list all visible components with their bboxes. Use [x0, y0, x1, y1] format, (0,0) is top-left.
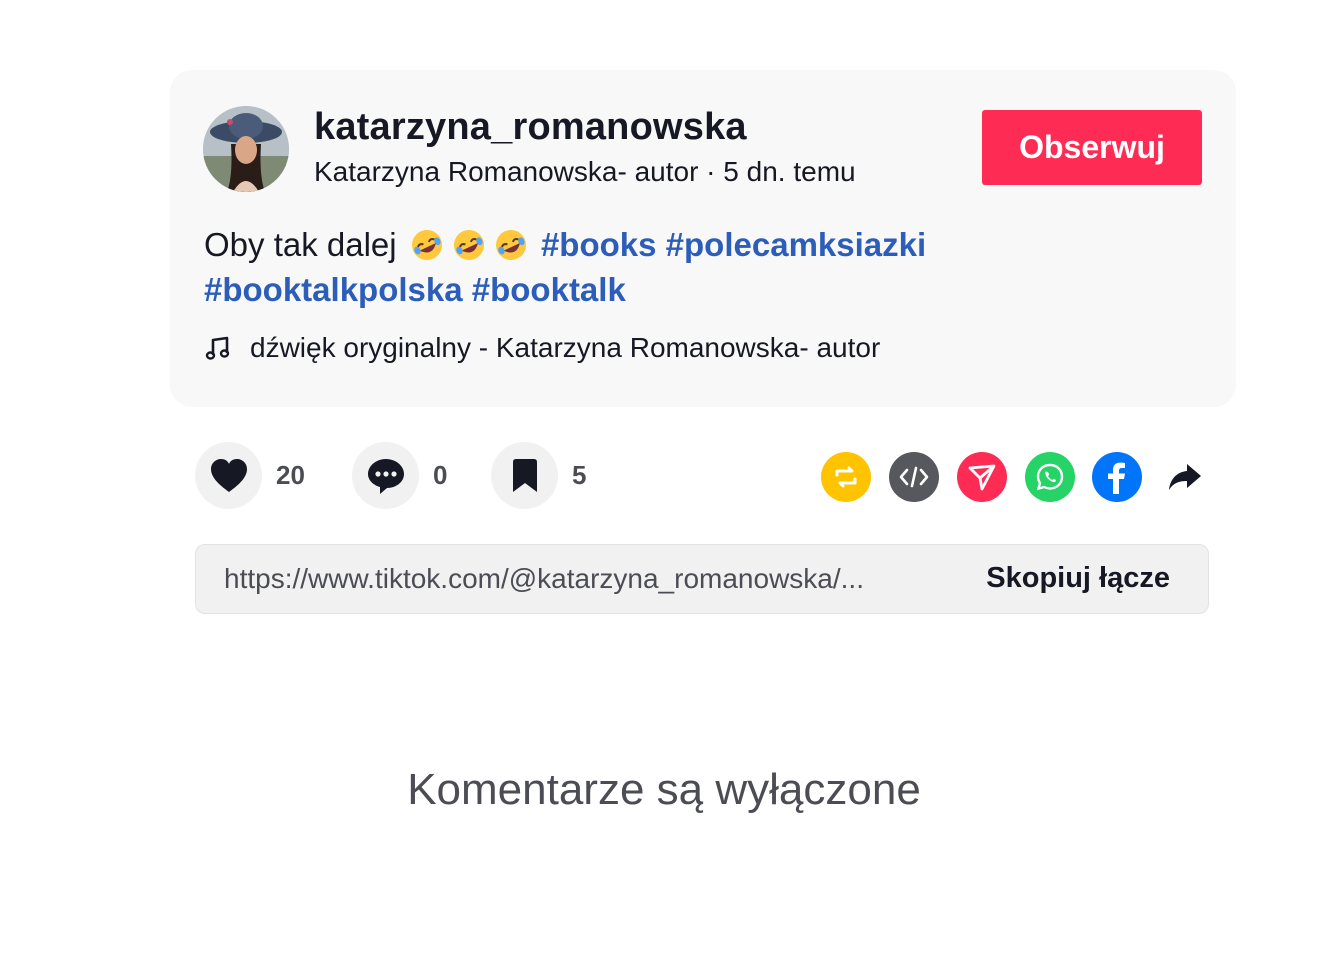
subline-separator: ·	[698, 156, 724, 187]
author-subline: Katarzyna Romanowska- autor · 5 dn. temu	[314, 156, 856, 188]
author-display-name[interactable]: Katarzyna Romanowska- autor	[314, 156, 698, 187]
post-info-card: katarzyna_romanowska Katarzyna Romanowsk…	[170, 70, 1236, 407]
save-button[interactable]	[491, 442, 558, 509]
comment-button[interactable]	[352, 442, 419, 509]
hashtag-link[interactable]: #booktalk	[472, 271, 626, 308]
embed-icon[interactable]	[889, 452, 939, 502]
avatar[interactable]	[203, 106, 289, 192]
hashtag-link[interactable]: #books	[541, 226, 657, 263]
hashtag-link[interactable]: #polecamksiazki	[666, 226, 927, 263]
send-icon[interactable]	[957, 452, 1007, 502]
rolling-on-floor-laughing-emoji-icon	[494, 228, 528, 262]
like-action: 20	[195, 442, 305, 509]
facebook-icon[interactable]	[1092, 452, 1142, 502]
music-label: dźwięk oryginalny - Katarzyna Romanowska…	[250, 332, 881, 363]
save-action: 5	[491, 442, 586, 509]
comment-count: 0	[433, 460, 448, 490]
user-photo-avatar-icon	[203, 106, 289, 192]
share-link-box: https://www.tiktok.com/@katarzyna_romano…	[195, 544, 1209, 614]
copy-link-button[interactable]: Skopiuj łącze	[986, 562, 1170, 595]
comments-disabled-message: Komentarze są wyłączone	[407, 765, 921, 814]
whatsapp-icon[interactable]	[1025, 452, 1075, 502]
follow-button[interactable]: Obserwuj	[982, 110, 1202, 185]
repost-icon[interactable]	[821, 452, 871, 502]
heart-icon	[210, 458, 247, 492]
post-description: Oby tak dalej #books #polecamksiazki #bo…	[204, 222, 1024, 312]
post-time: 5 dn. temu	[723, 156, 856, 187]
like-button[interactable]	[195, 442, 262, 509]
save-count: 5	[572, 460, 587, 490]
share-arrow-icon[interactable]	[1160, 452, 1210, 502]
bookmark-icon	[512, 458, 537, 492]
comment-action: 0	[352, 442, 447, 509]
comment-icon	[367, 458, 404, 494]
music-row[interactable]: dźwięk oryginalny - Katarzyna Romanowska…	[204, 332, 880, 364]
music-note-icon	[205, 336, 230, 360]
rolling-on-floor-laughing-emoji-icon	[410, 228, 444, 262]
author-username[interactable]: katarzyna_romanowska	[314, 106, 747, 149]
rolling-on-floor-laughing-emoji-icon	[452, 228, 486, 262]
like-count: 20	[276, 460, 305, 490]
hashtag-link[interactable]: #booktalkpolska	[204, 271, 463, 308]
description-text: Oby tak dalej	[204, 226, 397, 263]
share-link-url[interactable]: https://www.tiktok.com/@katarzyna_romano…	[224, 563, 864, 595]
